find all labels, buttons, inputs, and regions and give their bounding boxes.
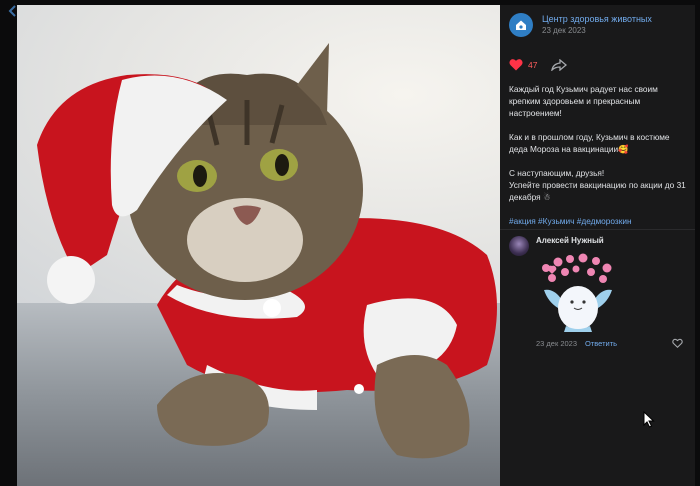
cursor-icon [643, 411, 655, 428]
share-icon[interactable] [551, 58, 568, 71]
comment-author[interactable]: Алексей Нужный [536, 236, 604, 245]
post-paragraph: Как и в прошлом году, Кузьмич в костюме … [509, 132, 670, 154]
divider [500, 229, 695, 230]
reply-button[interactable]: Ответить [585, 339, 617, 348]
post-paragraph: С наступающим, друзья! [509, 168, 605, 178]
paw-home-icon [516, 20, 526, 30]
heart-icon[interactable] [509, 58, 523, 71]
group-avatar[interactable] [509, 13, 533, 37]
post-actions: 47 [509, 58, 568, 71]
post-date[interactable]: 23 дек 2023 [542, 25, 652, 37]
post-header: Центр здоровья животных 23 дек 2023 [509, 13, 652, 37]
post-paragraph: Успейте провести вакцинацию по акции до … [509, 180, 686, 202]
group-name-link[interactable]: Центр здоровья животных [542, 13, 652, 25]
likes-count: 47 [528, 59, 538, 70]
post-panel: Центр здоровья животных 23 дек 2023 47 К… [500, 5, 695, 486]
post-text: Каждый год Кузьмич радует нас своим креп… [509, 83, 687, 239]
comment-avatar[interactable] [509, 236, 529, 256]
cat-illustration [37, 43, 497, 459]
hashtags[interactable]: #акция #Кузьмич #дедморозкин [509, 215, 687, 227]
post-paragraph: Каждый год Кузьмич радует нас своим креп… [509, 84, 658, 118]
post-photo[interactable] [17, 5, 500, 486]
sticker-image [542, 253, 612, 332]
comment-like-icon[interactable] [672, 338, 683, 348]
comment-date: 23 дек 2023 [536, 339, 578, 348]
